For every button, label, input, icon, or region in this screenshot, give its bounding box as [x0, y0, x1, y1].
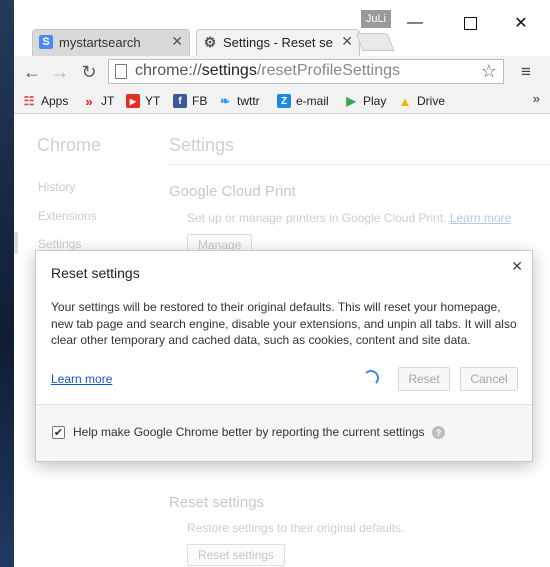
- sidebar-item-history[interactable]: History: [38, 180, 75, 194]
- section-title-cloud-print: Google Cloud Print: [169, 183, 296, 200]
- bookmark-fb[interactable]: f FB: [173, 92, 207, 110]
- bookmark-jt[interactable]: » JT: [82, 92, 114, 110]
- dialog-body-text: Your settings will be restored to their …: [51, 300, 517, 347]
- tab-title: Settings - Reset settir: [223, 35, 333, 50]
- close-window-button[interactable]: ✕: [498, 8, 544, 38]
- tab-mystartsearch[interactable]: S mystartsearch ✕: [32, 29, 190, 56]
- profile-badge[interactable]: JuLi: [361, 10, 391, 28]
- bookmark-email[interactable]: Z e-mail: [277, 92, 329, 110]
- menu-button[interactable]: ≡: [514, 60, 538, 84]
- sidebar-item-settings[interactable]: Settings: [38, 237, 81, 251]
- reload-icon: ↻: [81, 61, 97, 82]
- dialog-footer: ✔ Help make Google Chrome better by repo…: [36, 405, 532, 461]
- url-scheme: chrome://: [135, 62, 202, 79]
- reset-button[interactable]: Reset: [398, 367, 450, 391]
- loading-spinner-icon: [363, 370, 379, 386]
- bookmark-apps[interactable]: ☷ Apps: [22, 92, 69, 110]
- sidebar-title: Chrome: [37, 135, 102, 155]
- title-bar: JuLi — ✕ S mystartsearch ✕ ⚙ Settings - …: [14, 0, 550, 56]
- dialog-learn-more-link[interactable]: Learn more: [51, 372, 112, 386]
- drive-icon: ▲: [398, 93, 412, 109]
- bookmark-play[interactable]: ▶ Play: [344, 92, 386, 110]
- divider: [169, 164, 550, 165]
- bookmark-label: twttr: [237, 94, 260, 108]
- bookmark-star-icon[interactable]: ☆: [481, 61, 497, 82]
- bookmarks-bar: ☷ Apps » JT ▶ YT f FB ❧ twttr Z e-mail ▶…: [14, 88, 550, 114]
- bookmark-label: FB: [192, 94, 208, 108]
- cloud-print-description: Set up or manage printers in Google Clou…: [187, 211, 447, 225]
- section-desc-reset: Restore settings to their original defau…: [187, 521, 405, 535]
- tab-title: mystartsearch: [59, 35, 141, 50]
- help-icon[interactable]: ?: [432, 426, 445, 439]
- back-arrow-icon: ←: [23, 61, 41, 82]
- zoho-icon: Z: [277, 94, 291, 108]
- bookmark-yt[interactable]: ▶ YT: [126, 92, 160, 110]
- bookmark-label: e-mail: [296, 94, 329, 108]
- url-path: /resetProfileSettings: [256, 62, 401, 79]
- bookmark-label: Apps: [41, 94, 69, 108]
- tab-close-icon[interactable]: ✕: [171, 33, 183, 50]
- bookmark-label: Drive: [417, 94, 446, 108]
- page-title: Settings: [169, 135, 235, 155]
- mystartsearch-favicon-icon: S: [39, 35, 53, 49]
- close-icon: ✕: [514, 15, 528, 32]
- maximize-icon: [463, 16, 477, 30]
- forward-arrow-icon: →: [51, 61, 69, 82]
- forward-button[interactable]: →: [48, 60, 72, 84]
- toolbar: ← → ↻ chrome://settings/resetProfileSett…: [14, 56, 550, 88]
- report-settings-checkbox[interactable]: ✔: [52, 426, 65, 439]
- twitter-icon: ❧: [219, 94, 231, 108]
- new-tab-button[interactable]: [355, 33, 395, 51]
- bookmark-label: YT: [145, 94, 161, 108]
- back-button[interactable]: ←: [20, 60, 44, 84]
- tab-close-icon[interactable]: ✕: [341, 33, 353, 50]
- checkmark-icon: ✔: [53, 427, 64, 439]
- page-icon: [115, 64, 127, 79]
- report-settings-label: Help make Google Chrome better by report…: [73, 425, 425, 439]
- reset-settings-page-button[interactable]: Reset settings: [187, 544, 286, 566]
- minimize-button[interactable]: —: [392, 8, 438, 38]
- section-title-reset: Reset settings: [169, 494, 265, 511]
- bookmark-twttr[interactable]: ❧ twttr: [218, 92, 260, 110]
- apps-grid-icon: ☷: [23, 94, 35, 108]
- bookmark-label: JT: [101, 94, 115, 108]
- cancel-button[interactable]: Cancel: [460, 367, 518, 391]
- address-bar[interactable]: chrome://settings/resetProfileSettings ☆: [108, 59, 504, 84]
- dialog-title: Reset settings: [51, 265, 140, 281]
- url-host: settings: [201, 62, 257, 79]
- bookmarks-overflow-button[interactable]: »: [533, 91, 540, 106]
- jt-icon: »: [85, 93, 93, 109]
- minimize-icon: —: [407, 14, 423, 31]
- url-text: chrome://settings/resetProfileSettings: [135, 62, 400, 80]
- reset-settings-dialog: Reset settings ✕ Your settings will be r…: [35, 250, 533, 462]
- cloud-print-learn-more-link[interactable]: Learn more: [450, 211, 511, 225]
- bookmark-label: Play: [363, 94, 387, 108]
- section-desc-cloud-print: Set up or manage printers in Google Clou…: [187, 211, 511, 225]
- youtube-icon: ▶: [126, 94, 140, 108]
- sidebar-selected-indicator: [14, 232, 18, 254]
- dialog-close-icon[interactable]: ✕: [511, 258, 523, 275]
- facebook-icon: f: [173, 94, 187, 108]
- bookmark-drive[interactable]: ▲ Drive: [398, 92, 445, 110]
- play-store-icon: ▶: [346, 94, 356, 108]
- reload-button[interactable]: ↻: [77, 60, 101, 84]
- maximize-button[interactable]: [447, 8, 493, 38]
- gear-icon: ⚙: [203, 33, 217, 50]
- tab-settings[interactable]: ⚙ Settings - Reset settir ✕: [196, 29, 360, 56]
- menu-icon: ≡: [521, 62, 531, 81]
- sidebar-item-extensions[interactable]: Extensions: [38, 209, 97, 223]
